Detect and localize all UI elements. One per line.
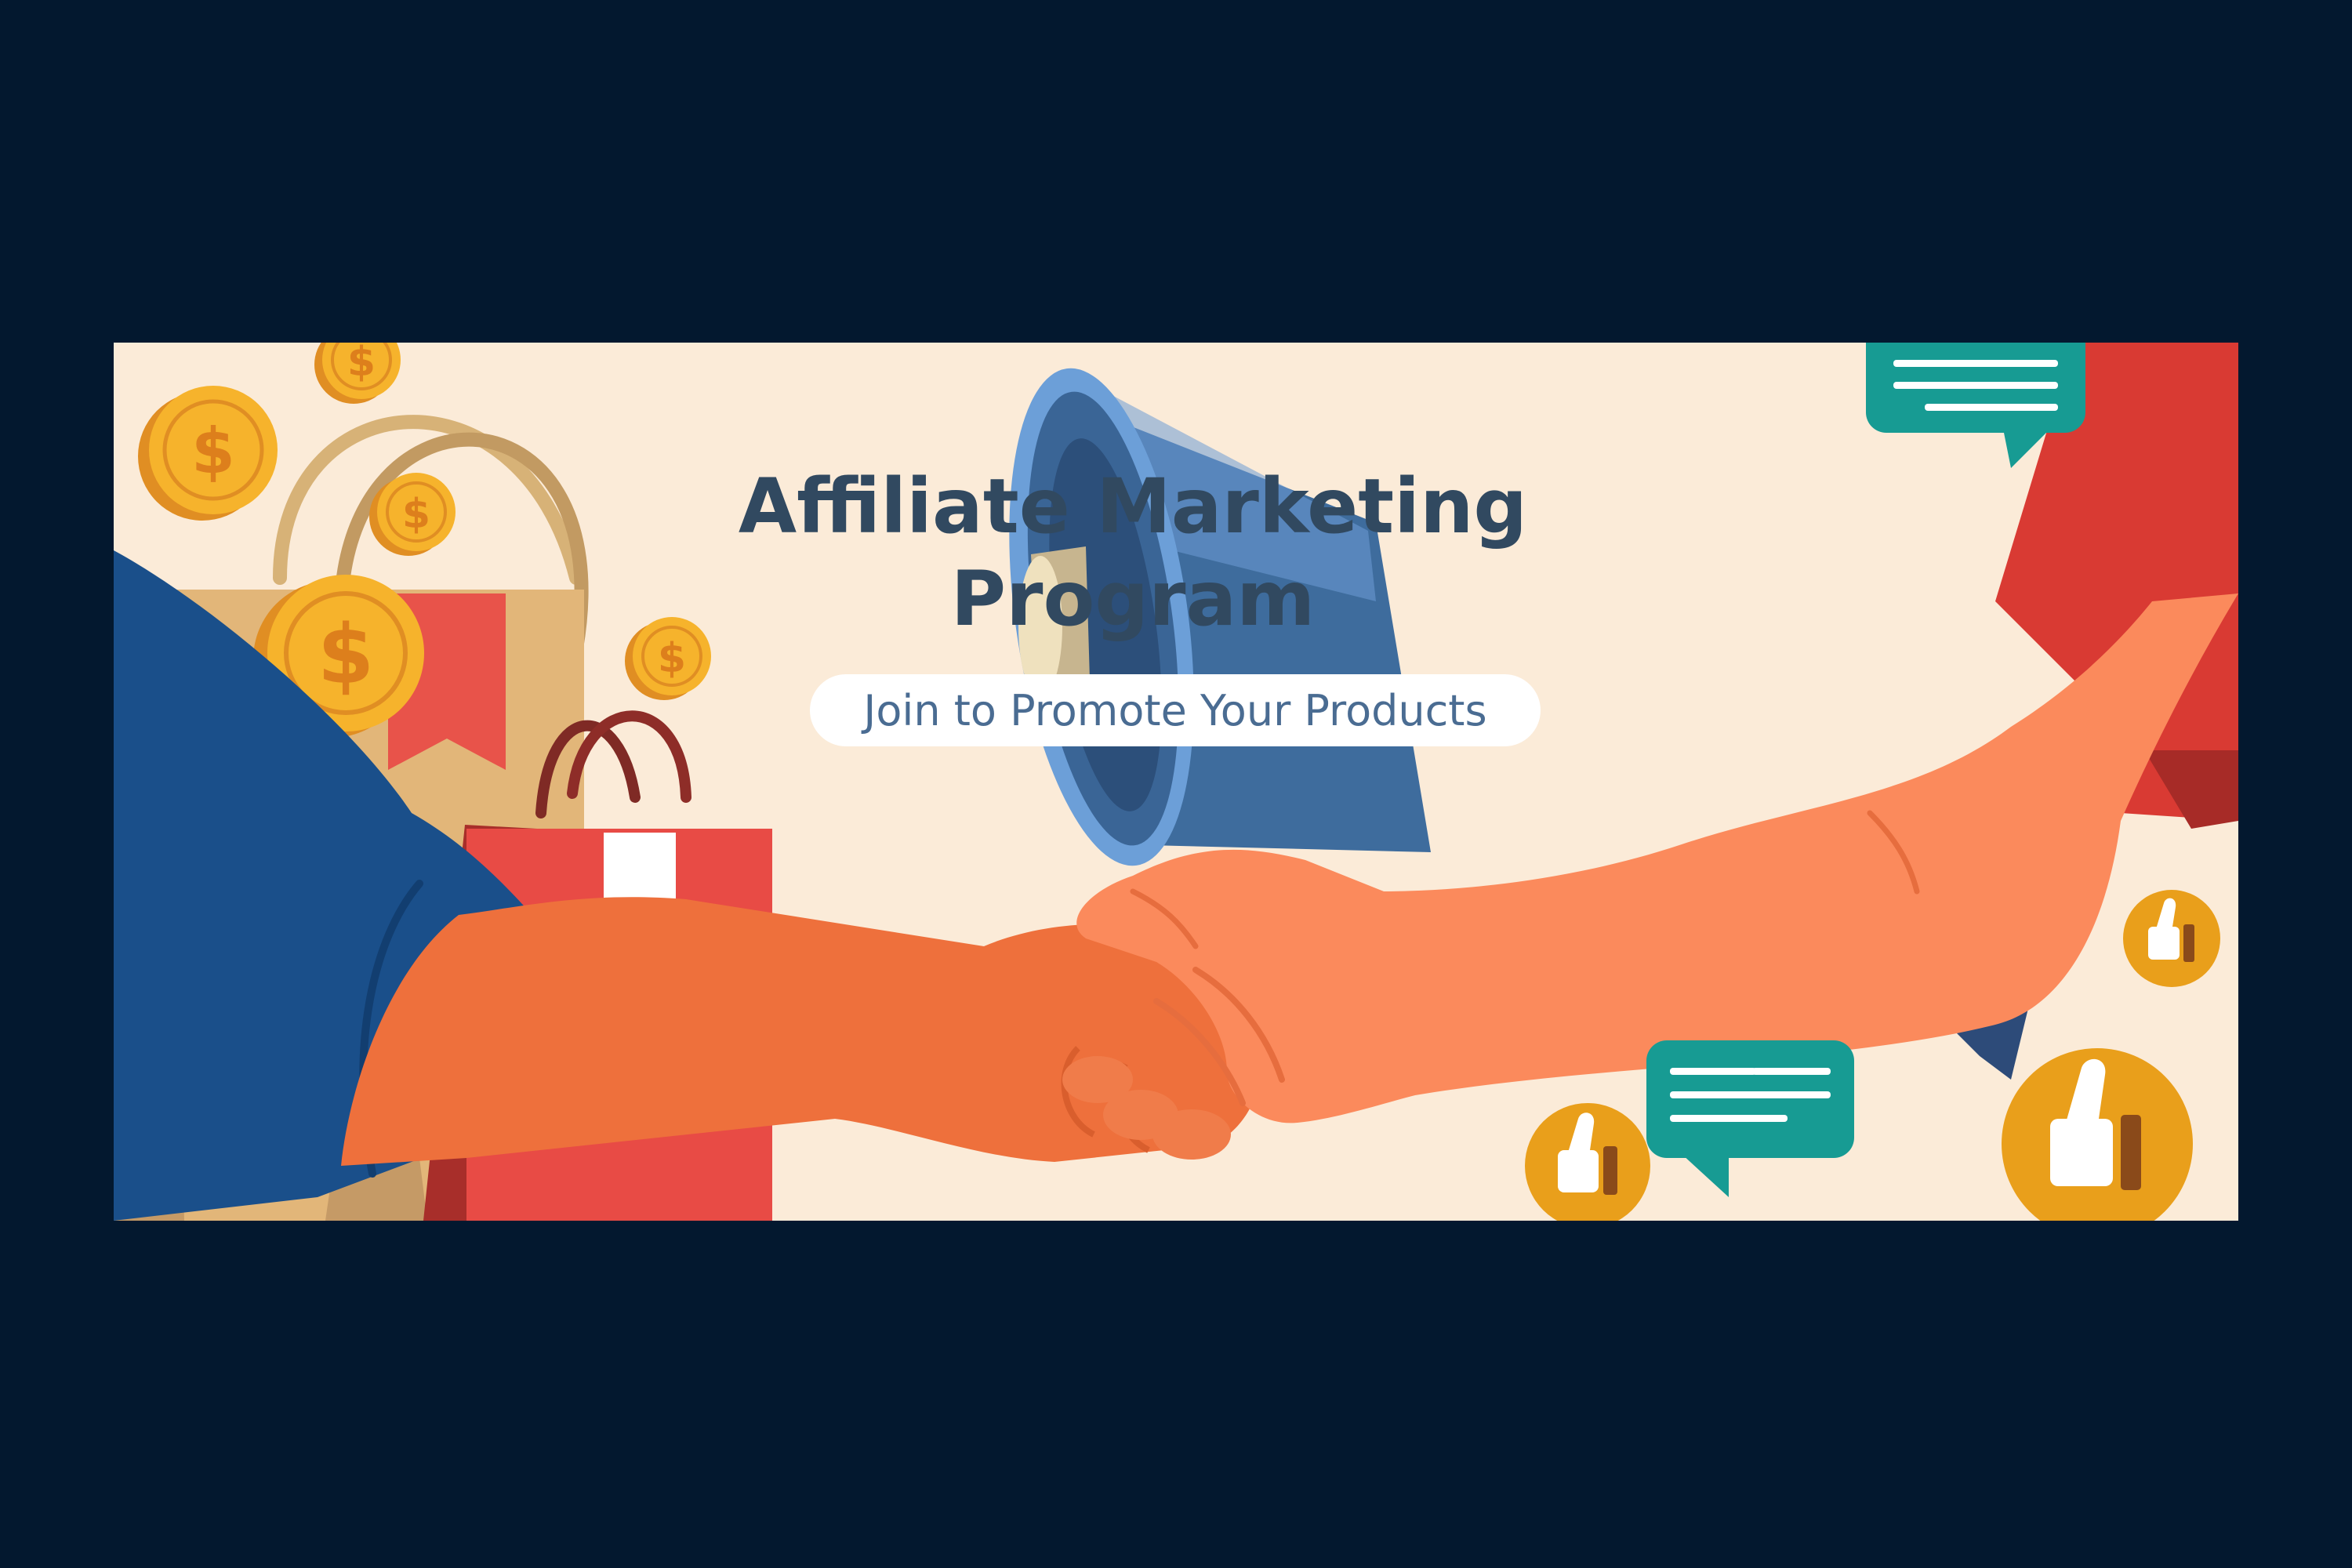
svg-text:$: $ (318, 607, 374, 702)
thumbs-up-icon (2123, 890, 2220, 987)
svg-text:$: $ (191, 415, 235, 488)
page-background: $ $ $ $ $ Affiliate Marketing Program Jo… (0, 0, 2352, 1568)
coin-icon: $ (138, 386, 278, 521)
coin-icon: $ (314, 343, 401, 404)
speech-bubble-icon (1646, 1040, 1854, 1197)
affiliate-banner: $ $ $ $ $ Affiliate Marketing Program Jo… (114, 343, 2238, 1221)
svg-text:$: $ (402, 491, 430, 538)
thumbs-up-icon (1525, 1103, 1650, 1221)
banner-title-line-1: Affiliate Marketing (738, 463, 1528, 550)
svg-text:$: $ (347, 343, 376, 386)
thumbs-up-icon (2002, 1048, 2193, 1221)
banner-title: Affiliate Marketing Program (678, 460, 1588, 645)
banner-title-line-2: Program (950, 555, 1316, 643)
banner-subtitle: Join to Promote Your Products (863, 685, 1487, 735)
banner-subtitle-pill: Join to Promote Your Products (810, 674, 1541, 746)
